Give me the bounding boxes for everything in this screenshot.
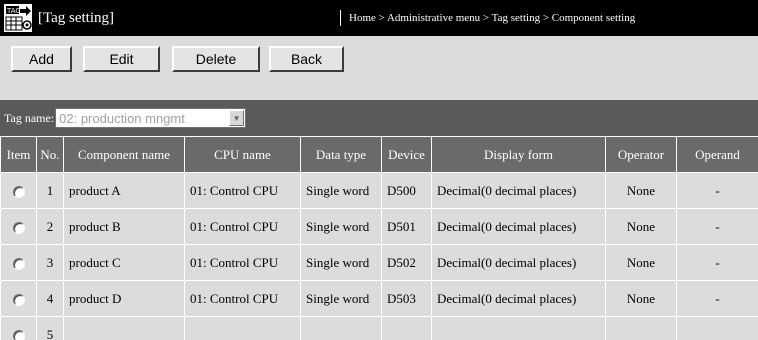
column-header-operator: Operator xyxy=(605,136,677,173)
display-form-cell: Decimal(0 decimal places) xyxy=(431,208,606,245)
item-radio[interactable] xyxy=(12,185,25,198)
tag-name-selected-value: 02: production mngmt xyxy=(59,110,185,126)
title-divider xyxy=(340,10,341,26)
cpu-name-cell: 01: Control CPU xyxy=(184,172,301,209)
cpu-name-cell: 01: Control CPU xyxy=(184,208,301,245)
item-radio[interactable] xyxy=(12,329,25,340)
column-header-device: Device xyxy=(381,136,432,173)
component-table: Item No. Component name CPU name Data ty… xyxy=(0,136,758,340)
data-type-cell: Single word xyxy=(300,244,382,281)
chevron-down-icon[interactable]: ▼ xyxy=(229,110,245,126)
tag-name-select[interactable]: 02: production mngmt ▼ xyxy=(55,108,247,128)
tag-name-bar: Tag name: 02: production mngmt ▼ xyxy=(0,100,758,136)
display-form-cell: Decimal(0 decimal places) xyxy=(431,280,606,317)
data-type-cell: Single word xyxy=(300,280,382,317)
device-cell: D500 xyxy=(381,172,432,209)
item-cell xyxy=(0,208,37,245)
item-radio[interactable] xyxy=(12,221,25,234)
column-header-component-name: Component name xyxy=(63,136,185,173)
data-type-cell: Single word xyxy=(300,172,382,209)
delete-button[interactable]: Delete xyxy=(172,46,260,72)
operand-cell: - xyxy=(676,208,758,245)
page-title: [Tag setting] xyxy=(38,9,115,26)
title-bar: TAG [Tag setting] Home > Administrative … xyxy=(0,0,758,36)
item-cell xyxy=(0,244,37,281)
no-cell: 2 xyxy=(36,208,64,245)
table-row: 5 xyxy=(0,316,758,340)
table-header-row: Item No. Component name CPU name Data ty… xyxy=(0,136,758,173)
item-cell xyxy=(0,316,37,340)
edit-button[interactable]: Edit xyxy=(83,46,160,72)
breadcrumb: Home > Administrative menu > Tag setting… xyxy=(349,12,636,24)
operator-cell: None xyxy=(605,244,677,281)
table-row: 2 product B 01: Control CPU Single word … xyxy=(0,208,758,245)
operator-cell: None xyxy=(605,172,677,209)
column-header-no: No. xyxy=(36,136,64,173)
component-name-cell: product D xyxy=(63,280,185,317)
device-cell: D502 xyxy=(381,244,432,281)
operand-cell xyxy=(676,316,758,340)
column-header-cpu-name: CPU name xyxy=(184,136,301,173)
item-cell xyxy=(0,280,37,317)
item-radio[interactable] xyxy=(12,257,25,270)
no-cell: 1 xyxy=(36,172,64,209)
tag-setting-icon: TAG xyxy=(0,0,36,36)
column-header-display-form: Display form xyxy=(431,136,606,173)
display-form-cell: Decimal(0 decimal places) xyxy=(431,172,606,209)
column-header-item: Item xyxy=(0,136,37,173)
component-name-cell xyxy=(63,316,185,340)
device-cell xyxy=(381,316,432,340)
item-radio[interactable] xyxy=(12,293,25,306)
operator-cell: None xyxy=(605,208,677,245)
table-row: 4 product D 01: Control CPU Single word … xyxy=(0,280,758,317)
device-cell: D501 xyxy=(381,208,432,245)
no-cell: 5 xyxy=(36,316,64,340)
add-button[interactable]: Add xyxy=(11,46,72,72)
component-name-cell: product B xyxy=(63,208,185,245)
no-cell: 4 xyxy=(36,280,64,317)
component-name-cell: product A xyxy=(63,172,185,209)
table-row: 3 product C 01: Control CPU Single word … xyxy=(0,244,758,281)
tag-name-label: Tag name: xyxy=(4,110,55,125)
operator-cell: None xyxy=(605,280,677,317)
cpu-name-cell xyxy=(184,316,301,340)
operand-cell: - xyxy=(676,172,758,209)
display-form-cell: Decimal(0 decimal places) xyxy=(431,244,606,281)
cpu-name-cell: 01: Control CPU xyxy=(184,244,301,281)
operand-cell: - xyxy=(676,244,758,281)
component-name-cell: product C xyxy=(63,244,185,281)
display-form-cell xyxy=(431,316,606,340)
column-header-data-type: Data type xyxy=(300,136,382,173)
column-header-operand: Operand xyxy=(676,136,758,173)
device-cell: D503 xyxy=(381,280,432,317)
operand-cell: - xyxy=(676,280,758,317)
toolbar: Add Edit Delete Back xyxy=(0,36,758,100)
svg-text:TAG: TAG xyxy=(6,7,21,15)
no-cell: 3 xyxy=(36,244,64,281)
table-row: 1 product A 01: Control CPU Single word … xyxy=(0,172,758,209)
data-type-cell: Single word xyxy=(300,208,382,245)
item-cell xyxy=(0,172,37,209)
data-type-cell xyxy=(300,316,382,340)
cpu-name-cell: 01: Control CPU xyxy=(184,280,301,317)
back-button[interactable]: Back xyxy=(269,46,344,72)
operator-cell xyxy=(605,316,677,340)
